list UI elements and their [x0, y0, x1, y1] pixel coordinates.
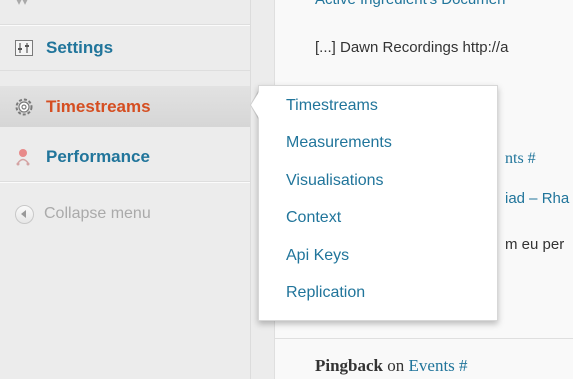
divider	[0, 70, 250, 71]
timestreams-submenu: Timestreams Measurements Visualisations …	[258, 85, 498, 321]
top-link-partial[interactable]: Active Ingredient's Documen	[315, 0, 505, 8]
submenu-item-replication[interactable]: Replication	[286, 284, 365, 302]
admin-sidebar: ▾▾ Settings Timestreams Performance Coll…	[0, 0, 251, 379]
flyout-arrow	[251, 92, 259, 118]
events-link-partial[interactable]: nts #	[505, 150, 536, 168]
comment-text: [...] Dawn Recordings http://a	[315, 39, 509, 56]
sidebar-item-timestreams[interactable]: Timestreams	[0, 86, 250, 127]
pingback-on: on	[387, 356, 405, 375]
collapse-menu-button[interactable]: Collapse menu	[0, 195, 250, 233]
submenu-item-visualisations[interactable]: Visualisations	[286, 172, 384, 190]
performance-icon	[14, 147, 34, 167]
submenu-item-measurements[interactable]: Measurements	[286, 134, 392, 152]
sidebar-item-label: Timestreams	[46, 96, 151, 116]
partial-icon: ▾▾	[16, 0, 29, 8]
sidebar-item-label: Settings	[46, 38, 114, 57]
collapse-arrow-icon	[14, 204, 34, 224]
pingback-label: Pingback	[315, 356, 384, 375]
sidebar-item-performance[interactable]: Performance	[0, 138, 250, 176]
pingback-line: Pingback on Events #	[315, 356, 468, 376]
comment-text-partial: m eu per	[505, 236, 565, 253]
collapse-menu-label: Collapse menu	[44, 205, 151, 222]
comment-divider	[275, 338, 573, 339]
sidebar-item-label: Performance	[46, 147, 150, 166]
submenu-item-api-keys[interactable]: Api Keys	[286, 247, 349, 265]
divider	[0, 25, 250, 26]
comment-link-partial[interactable]: iad – Rha	[505, 190, 569, 207]
settings-icon	[14, 38, 34, 58]
divider	[0, 182, 250, 183]
pingback-events-link[interactable]: Events #	[409, 356, 468, 375]
submenu-item-timestreams[interactable]: Timestreams	[286, 97, 378, 115]
timestreams-gear-icon	[14, 97, 34, 117]
sidebar-item-settings[interactable]: Settings	[0, 29, 250, 67]
submenu-item-context[interactable]: Context	[286, 209, 341, 227]
